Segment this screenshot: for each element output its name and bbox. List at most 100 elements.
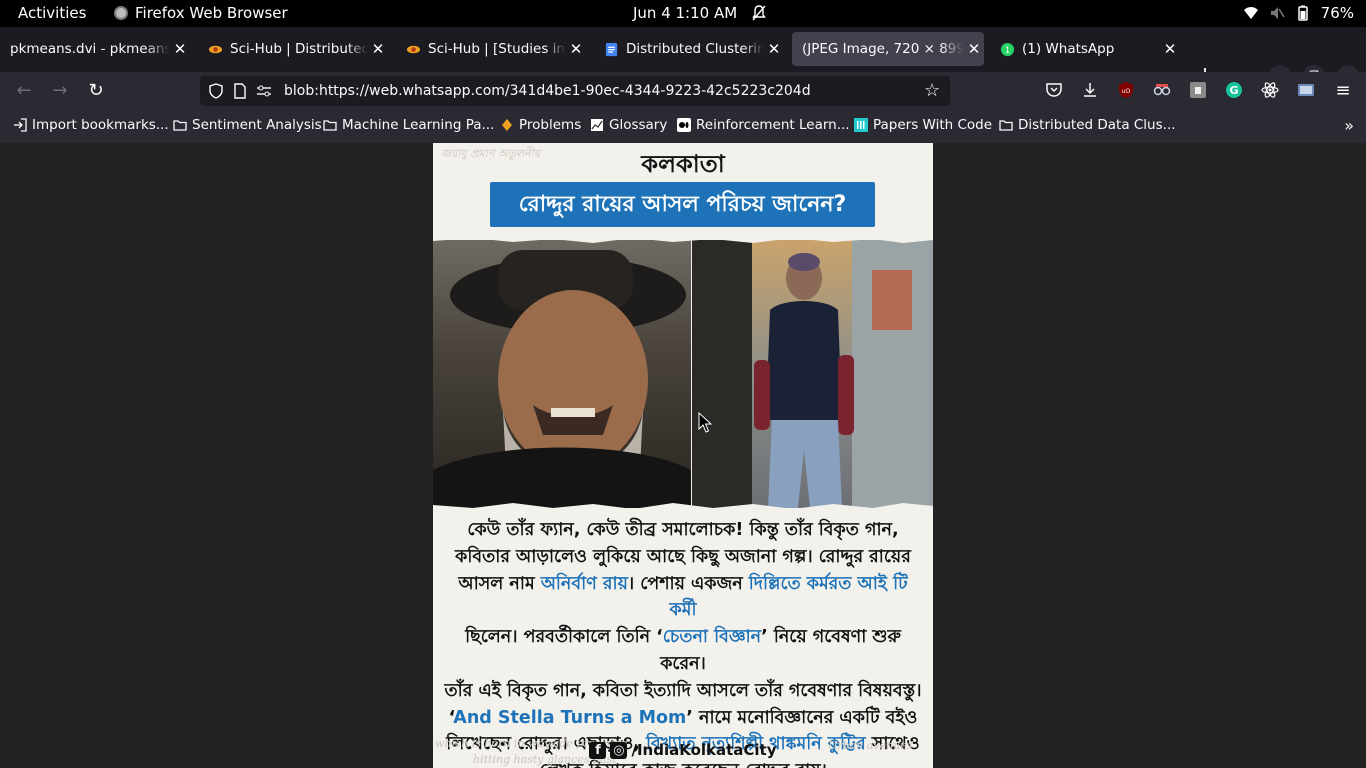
text-segment: । পেশায় একজন — [627, 573, 749, 594]
activities-button[interactable]: Activities — [18, 4, 86, 22]
downloads-icon[interactable] — [1081, 81, 1099, 99]
mouse-pointer-icon — [698, 412, 712, 433]
bookmark-reinforcement-learning[interactable]: Reinforcement Learn... — [677, 117, 850, 133]
poster-text-line: আসল নাম অনির্বাণ রায়। পেশায় একজন দিল্ল… — [443, 571, 923, 625]
folder-icon — [173, 120, 187, 131]
problems-favicon — [502, 119, 512, 131]
tab-close-icon[interactable]: ✕ — [1160, 40, 1180, 58]
ublock-origin-icon[interactable]: uO — [1117, 81, 1135, 99]
extension-puzzle-icon[interactable] — [1189, 81, 1207, 99]
tab-label: Sci-Hub | Distributed clustering — [230, 41, 368, 57]
tab-jpeg-image[interactable]: (JPEG Image, 720 × 899 pixels) ✕ — [792, 32, 984, 66]
text-segment: ছিলেন। পরবর্তীকালে তিনি ‘ — [465, 627, 663, 648]
bookmark-sentiment-analysis[interactable]: Sentiment Analysis — [173, 117, 322, 133]
highlighted-text: চেতনা বিজ্ঞান — [662, 627, 762, 648]
bookmarks-overflow-chevron-icon[interactable]: » — [1344, 116, 1354, 135]
tab-close-icon[interactable]: ✕ — [368, 40, 388, 58]
highlighted-text: অনির্বাণ রায় — [540, 573, 628, 594]
bookmark-label: Reinforcement Learn... — [696, 117, 850, 133]
instagram-icon: ◎ — [610, 741, 628, 759]
tab-label: Sci-Hub | [Studies in Computational — [428, 41, 566, 57]
tab-label: Distributed Clustering — [626, 41, 764, 57]
bookmark-label: Sentiment Analysis — [192, 117, 322, 133]
tab-whatsapp[interactable]: 1 (1) WhatsApp ✕ — [990, 32, 1180, 66]
reload-button[interactable]: ↻ — [85, 80, 107, 102]
scihub-favicon — [406, 45, 421, 53]
poster-text-line: তাঁর এই বিকৃত গান, কবিতা ইত্যাদি আসলে তা… — [443, 678, 923, 705]
text-segment: কেউ তাঁর ফ্যান, কেউ তীব্র সমালোচক! কিন্ত… — [467, 520, 899, 540]
page-icon[interactable] — [232, 83, 248, 99]
folder-icon — [323, 120, 337, 131]
text-segment: আসল নাম — [458, 573, 541, 594]
bookmark-problems[interactable]: Problems — [500, 117, 581, 133]
shield-icon[interactable] — [208, 83, 224, 99]
social-handle-text: /IndiaKolkataCity — [631, 741, 777, 759]
poster-text-line: ছিলেন। পরবর্তীকালে তিনি ‘চেতনা বিজ্ঞান’ … — [443, 624, 923, 678]
walking-man-illustration — [692, 240, 933, 508]
facebook-icon: f — [589, 741, 607, 759]
spy-extension-icon[interactable] — [1153, 81, 1171, 99]
tab-label: pkmeans.dvi - pkmeans.pdf — [10, 41, 170, 57]
tab-close-icon[interactable]: ✕ — [566, 40, 586, 58]
back-button[interactable]: ← — [13, 80, 35, 102]
bookmarks-toolbar: Import bookmarks... Sentiment Analysis M… — [0, 110, 1366, 143]
tab-scihub-2[interactable]: Sci-Hub | [Studies in Computational ✕ — [396, 32, 586, 66]
grammarly-icon[interactable]: G — [1225, 81, 1243, 99]
app-menu[interactable]: Firefox Web Browser — [114, 4, 288, 22]
jpeg-image[interactable]: জয়াযু প্রমাণ অতুলনীয় কলকাতা রোদ্দুর রা… — [433, 143, 933, 768]
glossary-favicon — [591, 119, 603, 131]
react-devtools-icon[interactable] — [1261, 81, 1279, 99]
do-not-disturb-bell-icon — [752, 5, 766, 21]
navigation-toolbar: ← → ↻ blob:https://web.whatsapp.com/341d… — [0, 72, 1366, 110]
medium-favicon — [677, 118, 691, 132]
poster-logo: কলকাতা — [641, 149, 725, 178]
screenshot-extension-icon[interactable] — [1297, 81, 1315, 99]
bookmark-label: Distributed Data Clus... — [1018, 117, 1176, 133]
bookmark-star-icon[interactable]: ☆ — [924, 82, 942, 100]
torn-paper-edge-bottom — [433, 503, 933, 511]
forward-button[interactable]: → — [49, 80, 71, 102]
wifi-icon — [1243, 7, 1258, 19]
url-bar[interactable]: blob:https://web.whatsapp.com/341d4be1-9… — [200, 76, 950, 106]
bookmark-machine-learning[interactable]: Machine Learning Pa... — [323, 117, 494, 133]
poster-text-line: কেউ তাঁর ফ্যান, কেউ তীব্র সমালোচক! কিন্ত… — [443, 517, 923, 544]
tab-label: (JPEG Image, 720 × 899 pixels) — [802, 41, 964, 57]
permissions-icon[interactable] — [256, 83, 272, 99]
paperswithcode-favicon — [854, 118, 868, 132]
tab-scihub-1[interactable]: Sci-Hub | Distributed clustering ✕ — [198, 32, 388, 66]
tab-close-icon[interactable]: ✕ — [170, 40, 190, 58]
photo-man-walking — [692, 240, 933, 508]
tab-close-icon[interactable]: ✕ — [764, 40, 784, 58]
battery-icon — [1297, 5, 1308, 21]
poster-text-line: ‘And Stella Turns a Mom’ নামে মনোবিজ্ঞান… — [443, 705, 923, 732]
tab-strip: pkmeans.dvi - pkmeans.pdf ✕ Sci-Hub | Di… — [0, 27, 1366, 88]
bookmark-import[interactable]: Import bookmarks... — [13, 117, 169, 133]
text-segment: ’ নামে মনোবিজ্ঞানের একটি বইও — [686, 707, 918, 728]
tab-distributed-clustering[interactable]: Distributed Clustering ✕ — [594, 32, 784, 66]
tab-label: (1) WhatsApp — [1022, 41, 1115, 57]
bookmark-papers-with-code[interactable]: Papers With Code — [854, 117, 992, 133]
bookmark-glossary[interactable]: Glossary — [590, 117, 667, 133]
torn-paper-edge-top — [433, 236, 933, 243]
photo-man-in-hat — [433, 240, 691, 508]
bookmark-label: Problems — [519, 117, 582, 133]
system-status-area[interactable]: 76% — [1243, 4, 1354, 22]
tab-pkmeans[interactable]: pkmeans.dvi - pkmeans.pdf ✕ — [0, 32, 190, 66]
bookmark-label: Glossary — [609, 117, 668, 133]
svg-text:1: 1 — [1005, 44, 1010, 54]
bookmark-distributed-data[interactable]: Distributed Data Clus... — [999, 117, 1176, 133]
highlighted-text: And Stella Turns a Mom — [453, 707, 687, 728]
clock[interactable]: Jun 4 1:10 AM — [633, 4, 737, 22]
app-menu-label: Firefox Web Browser — [135, 4, 288, 22]
portrait-illustration — [433, 250, 691, 508]
pocket-icon[interactable] — [1045, 81, 1063, 99]
whatsapp-favicon: 1 — [1000, 42, 1015, 56]
bookmark-label: Papers With Code — [873, 117, 993, 133]
poster-headline: রোদ্দুর রায়ের আসল পরিচয় জানেন? — [490, 182, 875, 227]
url-text[interactable]: blob:https://web.whatsapp.com/341d4be1-9… — [284, 83, 811, 99]
bookmark-label: Machine Learning Pa... — [342, 117, 495, 133]
tab-close-icon[interactable]: ✕ — [964, 40, 984, 58]
bookmark-label: Import bookmarks... — [32, 117, 169, 133]
volume-muted-icon — [1270, 7, 1285, 19]
hamburger-menu-icon[interactable]: ≡ — [1332, 80, 1354, 102]
